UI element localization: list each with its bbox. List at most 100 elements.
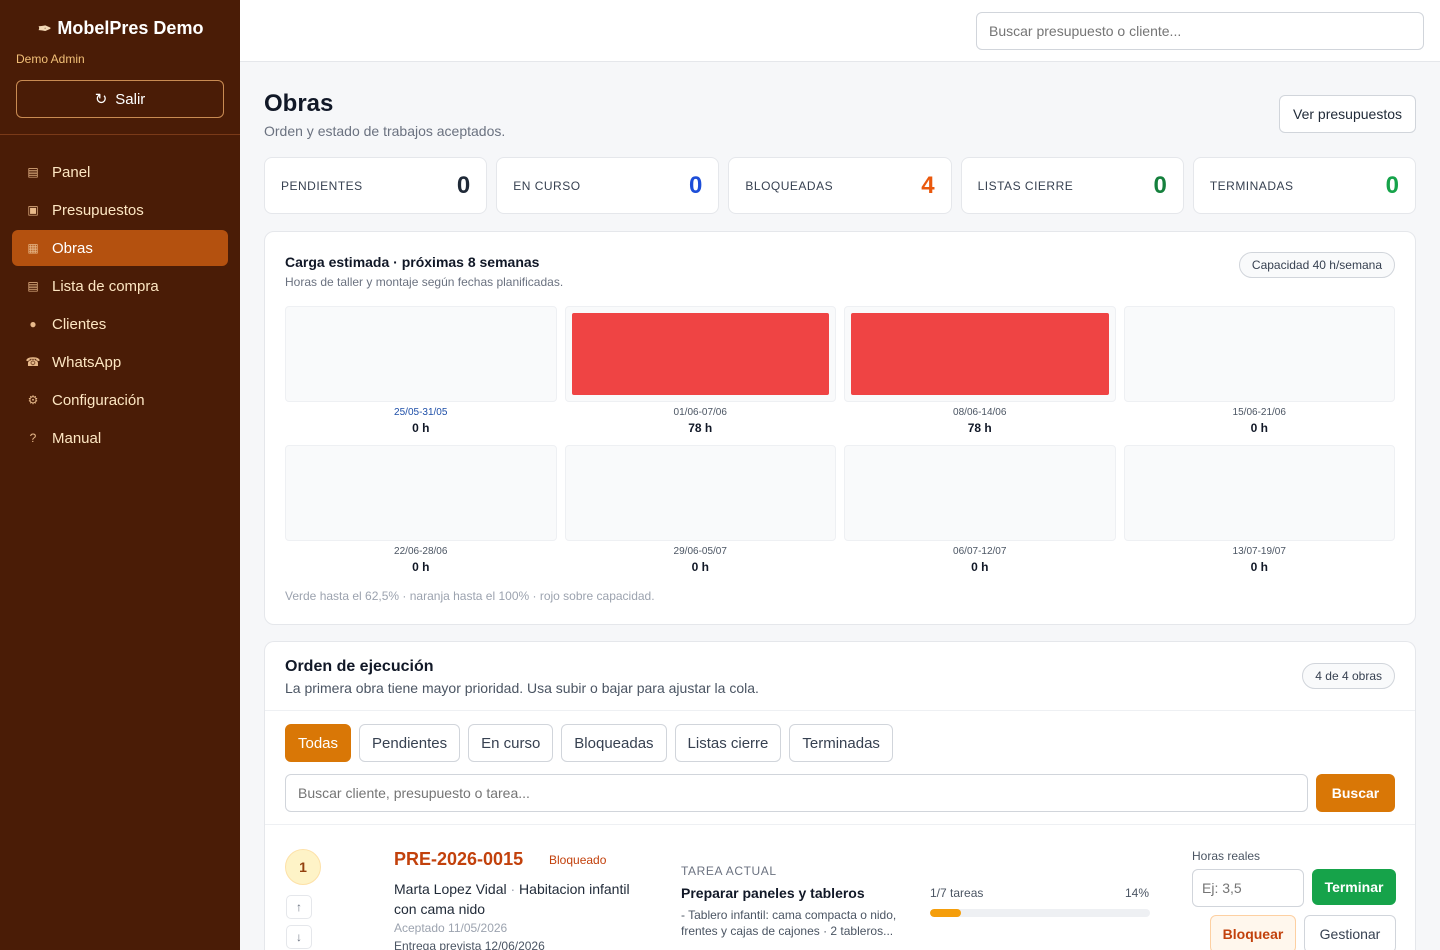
grid-icon: ▤ — [27, 165, 39, 179]
sidebar-item-presupuestos[interactable]: ▣ Presupuestos — [12, 192, 228, 228]
search-button[interactable]: Buscar — [1316, 774, 1395, 812]
sidebar-item-label: Presupuestos — [52, 201, 144, 219]
week-range-label: 13/07-19/07 — [1232, 546, 1286, 557]
week-bar-area — [564, 445, 836, 541]
stat-value: 0 — [1385, 171, 1400, 199]
week-column: 13/07-19/07 0 h — [1123, 445, 1395, 584]
sidebar-item-panel[interactable]: ▤ Panel — [12, 154, 228, 190]
stat-value: 4 — [921, 171, 935, 199]
brand[interactable]: ✒ MobelPres Demo — [38, 18, 203, 39]
sidebar-item-whatsapp[interactable]: ☎ WhatsApp — [12, 344, 228, 380]
filter-en-curso[interactable]: En curso — [468, 724, 554, 762]
sidebar-item-obras[interactable]: ▦ Obras — [12, 230, 228, 266]
sidebar-item-label: Obras — [52, 239, 93, 257]
week-hours-label: 78 h — [967, 421, 992, 435]
stat-card-terminadas: TERMINADAS 0 — [1192, 157, 1417, 214]
accepted-date: Aceptado 11/05/2026 — [394, 921, 508, 935]
sidebar-item-lista-de-compra[interactable]: ▤ Lista de compra — [12, 268, 228, 304]
week-hours-label: 0 h — [412, 421, 430, 435]
week-hours-label: 0 h — [691, 560, 709, 574]
load-subtitle: Horas de taller y montaje según fechas p… — [285, 275, 564, 289]
hours-input[interactable] — [1192, 869, 1304, 907]
week-bar-area — [1123, 306, 1395, 402]
week-column: 22/06-28/06 0 h — [285, 445, 557, 584]
sidebar-item-label: Panel — [52, 163, 91, 181]
load-bar — [851, 313, 1109, 395]
document-icon: ▣ — [27, 203, 39, 217]
filter-listas-cierre[interactable]: Listas cierre — [674, 724, 782, 762]
sidebar-item-manual[interactable]: ? Manual — [12, 420, 228, 456]
current-task-label: TAREA ACTUAL — [681, 864, 777, 878]
sidebar-nav: ▤ Panel ▣ Presupuestos ▦ Obras ▤ Lista de co… — [12, 154, 228, 458]
arrow-down-icon: ↓ — [296, 930, 302, 944]
current-task-title: Preparar paneles y tableros — [681, 885, 865, 901]
view-budgets-button[interactable]: Ver presupuestos — [1279, 95, 1416, 133]
finish-button[interactable]: Terminar — [1312, 869, 1396, 905]
sidebar-item-clientes[interactable]: ● Clientes — [12, 306, 228, 342]
filter-bloqueadas[interactable]: Bloqueadas — [561, 724, 667, 762]
week-hours-label: 0 h — [412, 560, 430, 574]
week-range-label: 22/06-28/06 — [394, 546, 448, 557]
order-count-badge: 4 de 4 obras — [1302, 663, 1395, 689]
priority-badge: 1 — [285, 849, 321, 885]
phone-icon: ☎ — [25, 355, 41, 369]
obra-row: 1 ↑ ↓ PRE-2026-0015 Bloqueado Marta Lope… — [265, 825, 1417, 950]
week-bar-area — [285, 306, 557, 402]
week-hours-label: 0 h — [1250, 560, 1268, 574]
filter-pendientes[interactable]: Pendientes — [359, 724, 461, 762]
week-bar-area — [844, 445, 1116, 541]
order-subtitle: La primera obra tiene mayor prioridad. U… — [285, 680, 759, 696]
brand-name: MobelPres Demo — [57, 18, 204, 38]
load-card: Carga estimada · próximas 8 semanas Hora… — [264, 231, 1416, 625]
week-bar-area — [564, 306, 836, 402]
stat-card-listas-cierre: LISTAS CIERRE 0 — [960, 157, 1184, 214]
week-range-label: 01/06-07/06 — [673, 407, 727, 418]
stat-label: BLOQUEADAS — [745, 178, 834, 193]
sidebar-divider — [0, 134, 240, 135]
move-up-button[interactable]: ↑ — [286, 895, 312, 919]
move-down-button[interactable]: ↓ — [286, 925, 312, 949]
week-bar-area — [844, 306, 1116, 402]
filter-todas[interactable]: Todas — [285, 724, 352, 762]
sidebar: ✒ MobelPres Demo Demo Admin ↻ Salir ▤ Pan… — [0, 0, 240, 950]
status-badge: Bloqueado — [549, 853, 607, 867]
filter-tabs: Todas Pendientes En curso Bloqueadas Lis… — [285, 724, 893, 762]
user-name: Demo Admin — [16, 52, 85, 66]
load-title: Carga estimada · próximas 8 semanas — [285, 254, 540, 270]
logout-label: Salir — [115, 90, 146, 108]
week-range-label: 29/06-05/07 — [673, 546, 727, 557]
week-column: 01/06-07/06 78 h — [564, 306, 836, 445]
logout-button[interactable]: ↻ Salir — [16, 80, 224, 118]
order-search-input[interactable] — [285, 774, 1308, 812]
arrow-up-icon: ↑ — [296, 900, 302, 914]
stat-label: LISTAS CIERRE — [977, 178, 1074, 193]
week-hours-label: 0 h — [1250, 421, 1268, 435]
page-subtitle: Orden y estado de trabajos aceptados. — [264, 123, 506, 139]
order-title: Orden de ejecución — [285, 658, 434, 675]
week-column: 25/05-31/05 0 h — [285, 306, 557, 445]
sidebar-item-configuracion[interactable]: ⚙ Configuración — [12, 382, 228, 418]
filter-terminadas[interactable]: Terminadas — [789, 724, 893, 762]
progress-percent: 14% — [1125, 886, 1150, 900]
client-info: Marta Lopez Vidal · Habitacion infantil … — [394, 879, 654, 919]
global-search-input[interactable] — [976, 12, 1424, 50]
hours-label: Horas reales — [1192, 849, 1261, 863]
manage-button[interactable]: Gestionar — [1304, 915, 1396, 950]
progress-bar — [930, 909, 1150, 917]
progress-label: 1/7 tareas — [930, 886, 984, 900]
week-range-label: 15/06-21/06 — [1232, 407, 1286, 418]
week-column: 15/06-21/06 0 h — [1123, 306, 1395, 445]
topbar — [240, 0, 1440, 62]
week-column: 29/06-05/07 0 h — [564, 445, 836, 584]
week-range-label: 25/05-31/05 — [394, 407, 448, 418]
budget-code-link[interactable]: PRE-2026-0015 — [394, 849, 523, 870]
user-icon: ● — [29, 317, 37, 331]
week-bar-area — [285, 445, 557, 541]
block-button[interactable]: Bloquear — [1210, 915, 1296, 950]
stat-label: EN CURSO — [513, 178, 581, 193]
week-range-label: 06/07-12/07 — [953, 546, 1007, 557]
delivery-date: Entrega prevista 12/06/2026 — [394, 939, 545, 950]
sidebar-item-label: Manual — [52, 429, 102, 447]
sidebar-item-label: Clientes — [52, 315, 107, 333]
stat-label: PENDIENTES — [281, 178, 363, 193]
